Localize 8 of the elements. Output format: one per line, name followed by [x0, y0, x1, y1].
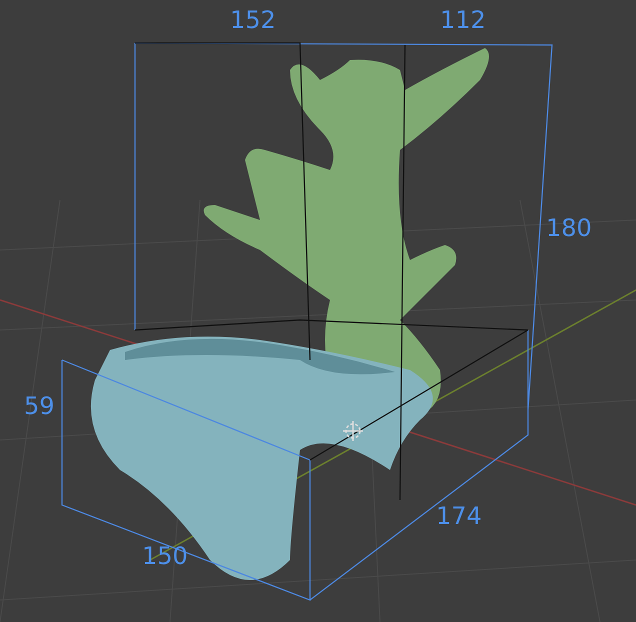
cursor-icon [343, 421, 363, 441]
dimension-label: 150 [142, 544, 188, 568]
dimension-label: 174 [436, 504, 482, 528]
3d-viewport[interactable]: 152 112 180 59 150 174 [0, 0, 636, 622]
dimension-label: 112 [440, 8, 486, 32]
dimension-label: 152 [230, 8, 276, 32]
dimension-label: 59 [24, 394, 55, 418]
dimension-label: 180 [546, 216, 592, 240]
